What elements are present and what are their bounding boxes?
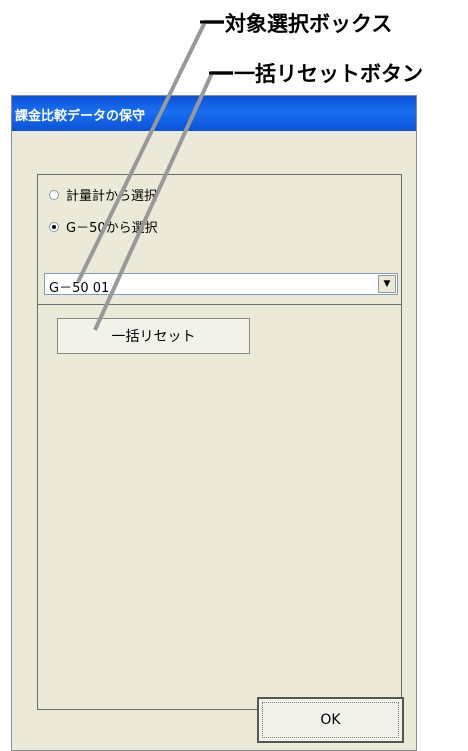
selection-panel	[37, 174, 402, 710]
panel-divider	[37, 304, 402, 305]
radio-circle-unchecked[interactable]	[49, 189, 59, 200]
callout-target-box: 対象選択ボックス	[225, 12, 393, 36]
combo-value: G－50 01	[49, 281, 110, 296]
target-select-combo[interactable]: G－50 01 ▼	[44, 273, 398, 296]
chevron-down-icon[interactable]: ▼	[378, 275, 396, 293]
bulk-reset-label: 一括リセット	[111, 329, 196, 345]
window-title: 課金比較データの保守	[15, 109, 146, 124]
radio-circle-checked[interactable]	[49, 221, 59, 232]
radio-g50-label: G－50から選択	[66, 221, 158, 236]
radio-g50[interactable]: G－50から選択	[49, 217, 158, 236]
radio-meter[interactable]: 計量計から選択	[49, 185, 157, 204]
callout-bulk-reset: 一括リセットボタン	[234, 62, 423, 86]
radio-meter-label: 計量計から選択	[66, 189, 158, 204]
title-bar[interactable]: 課金比較データの保守	[12, 96, 416, 131]
ok-button[interactable]: OK	[257, 697, 404, 743]
ok-label: OK	[320, 712, 341, 728]
bulk-reset-button[interactable]: 一括リセット	[57, 318, 250, 354]
